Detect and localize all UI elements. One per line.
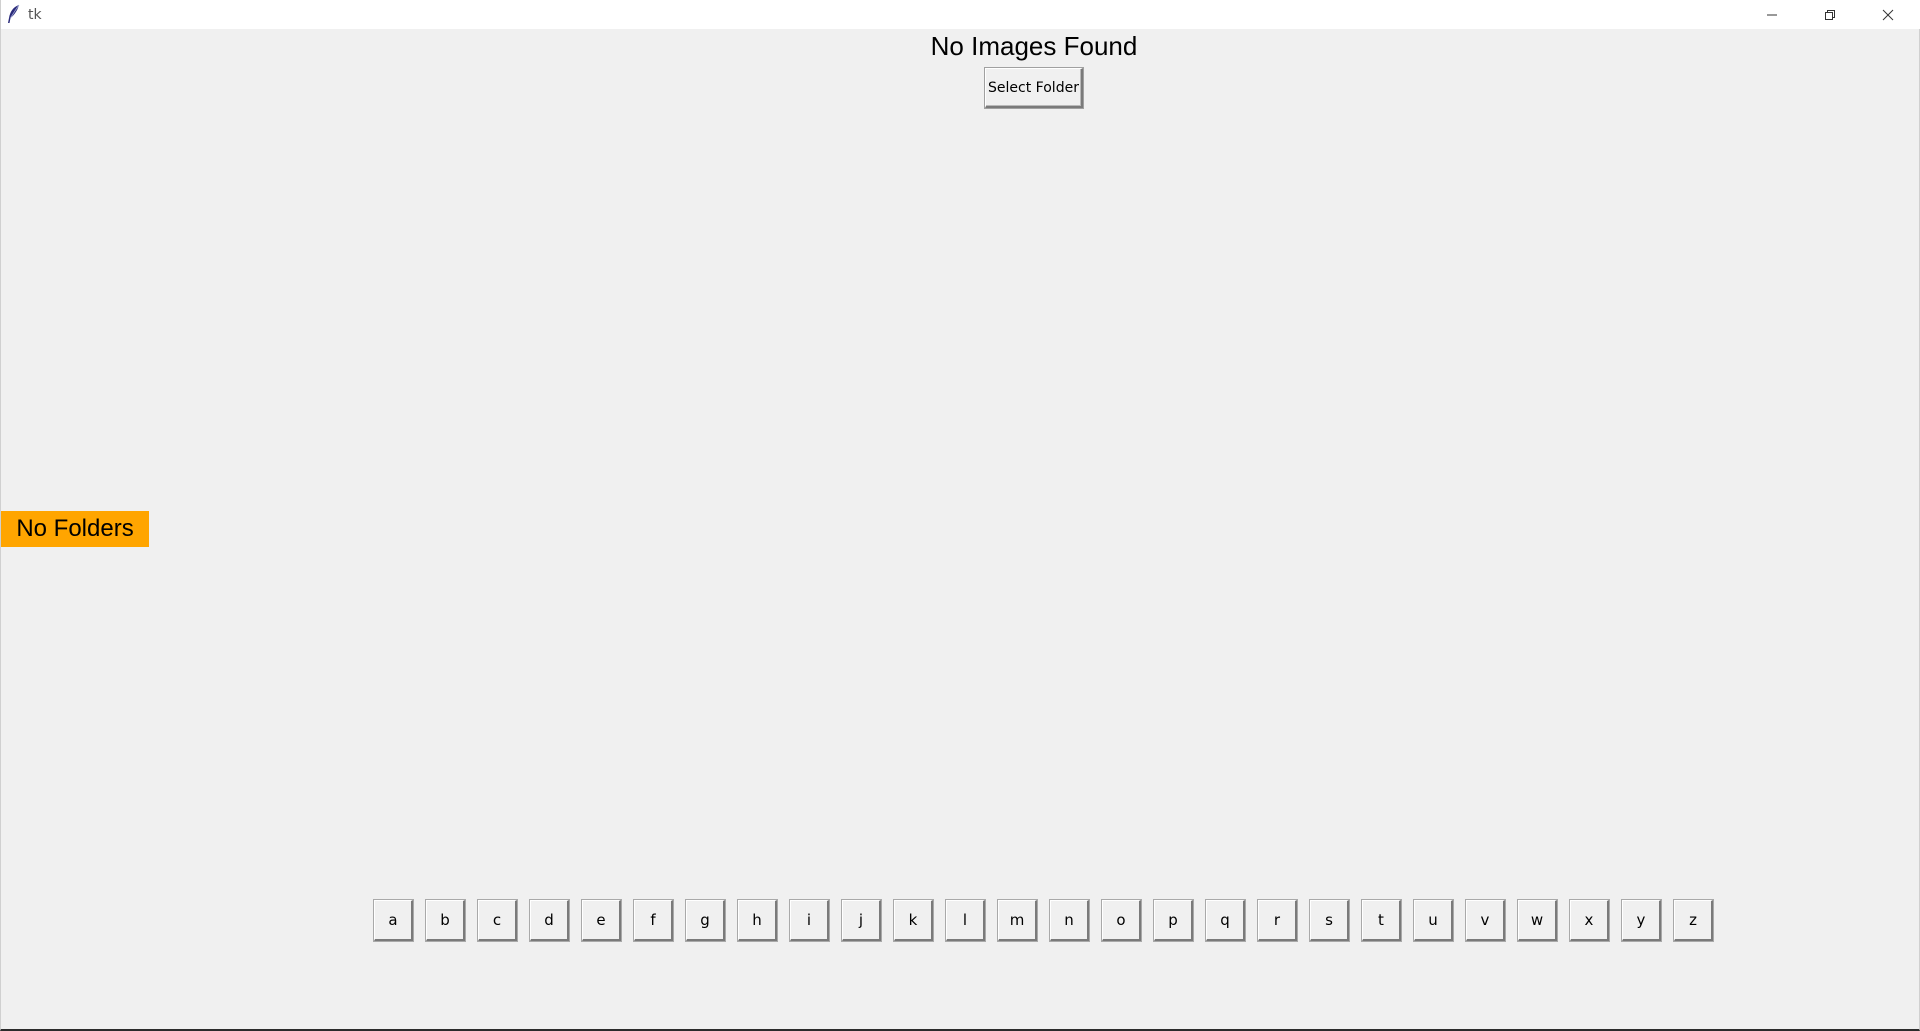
letter-button-d[interactable]: d	[530, 900, 569, 941]
restore-button[interactable]	[1801, 0, 1859, 29]
letter-button-g[interactable]: g	[686, 900, 725, 941]
letter-button-u[interactable]: u	[1414, 900, 1453, 941]
feather-icon	[7, 4, 21, 24]
letter-button-r[interactable]: r	[1258, 900, 1297, 941]
letter-button-a[interactable]: a	[374, 900, 413, 941]
letter-button-v[interactable]: v	[1466, 900, 1505, 941]
letter-button-o[interactable]: o	[1102, 900, 1141, 941]
minimize-button[interactable]	[1743, 0, 1801, 29]
letter-button-n[interactable]: n	[1050, 900, 1089, 941]
close-button[interactable]	[1859, 0, 1917, 29]
close-icon	[1882, 9, 1894, 21]
letter-button-k[interactable]: k	[894, 900, 933, 941]
restore-icon	[1824, 9, 1836, 21]
letter-button-q[interactable]: q	[1206, 900, 1245, 941]
letter-button-p[interactable]: p	[1154, 900, 1193, 941]
letter-button-c[interactable]: c	[478, 900, 517, 941]
app-window: tk No Images Found Select Folder No Fold…	[0, 0, 1920, 1031]
letter-button-w[interactable]: w	[1518, 900, 1557, 941]
title-bar[interactable]: tk	[1, 0, 1920, 29]
letter-button-l[interactable]: l	[946, 900, 985, 941]
select-folder-button[interactable]: Select Folder	[985, 68, 1083, 108]
letter-button-b[interactable]: b	[426, 900, 465, 941]
letter-button-j[interactable]: j	[842, 900, 881, 941]
letter-button-y[interactable]: y	[1622, 900, 1661, 941]
letter-button-s[interactable]: s	[1310, 900, 1349, 941]
letter-button-t[interactable]: t	[1362, 900, 1401, 941]
letter-button-h[interactable]: h	[738, 900, 777, 941]
letter-button-i[interactable]: i	[790, 900, 829, 941]
letter-button-m[interactable]: m	[998, 900, 1037, 941]
letter-button-f[interactable]: f	[634, 900, 673, 941]
minimize-icon	[1766, 9, 1778, 21]
no-folders-label: No Folders	[1, 511, 149, 547]
letter-button-row: abcdefghijklmnopqrstuvwxyz	[374, 900, 1726, 941]
letter-button-z[interactable]: z	[1674, 900, 1713, 941]
letter-button-e[interactable]: e	[582, 900, 621, 941]
no-images-heading: No Images Found	[930, 31, 1138, 61]
letter-button-x[interactable]: x	[1570, 900, 1609, 941]
window-title: tk	[28, 7, 42, 23]
